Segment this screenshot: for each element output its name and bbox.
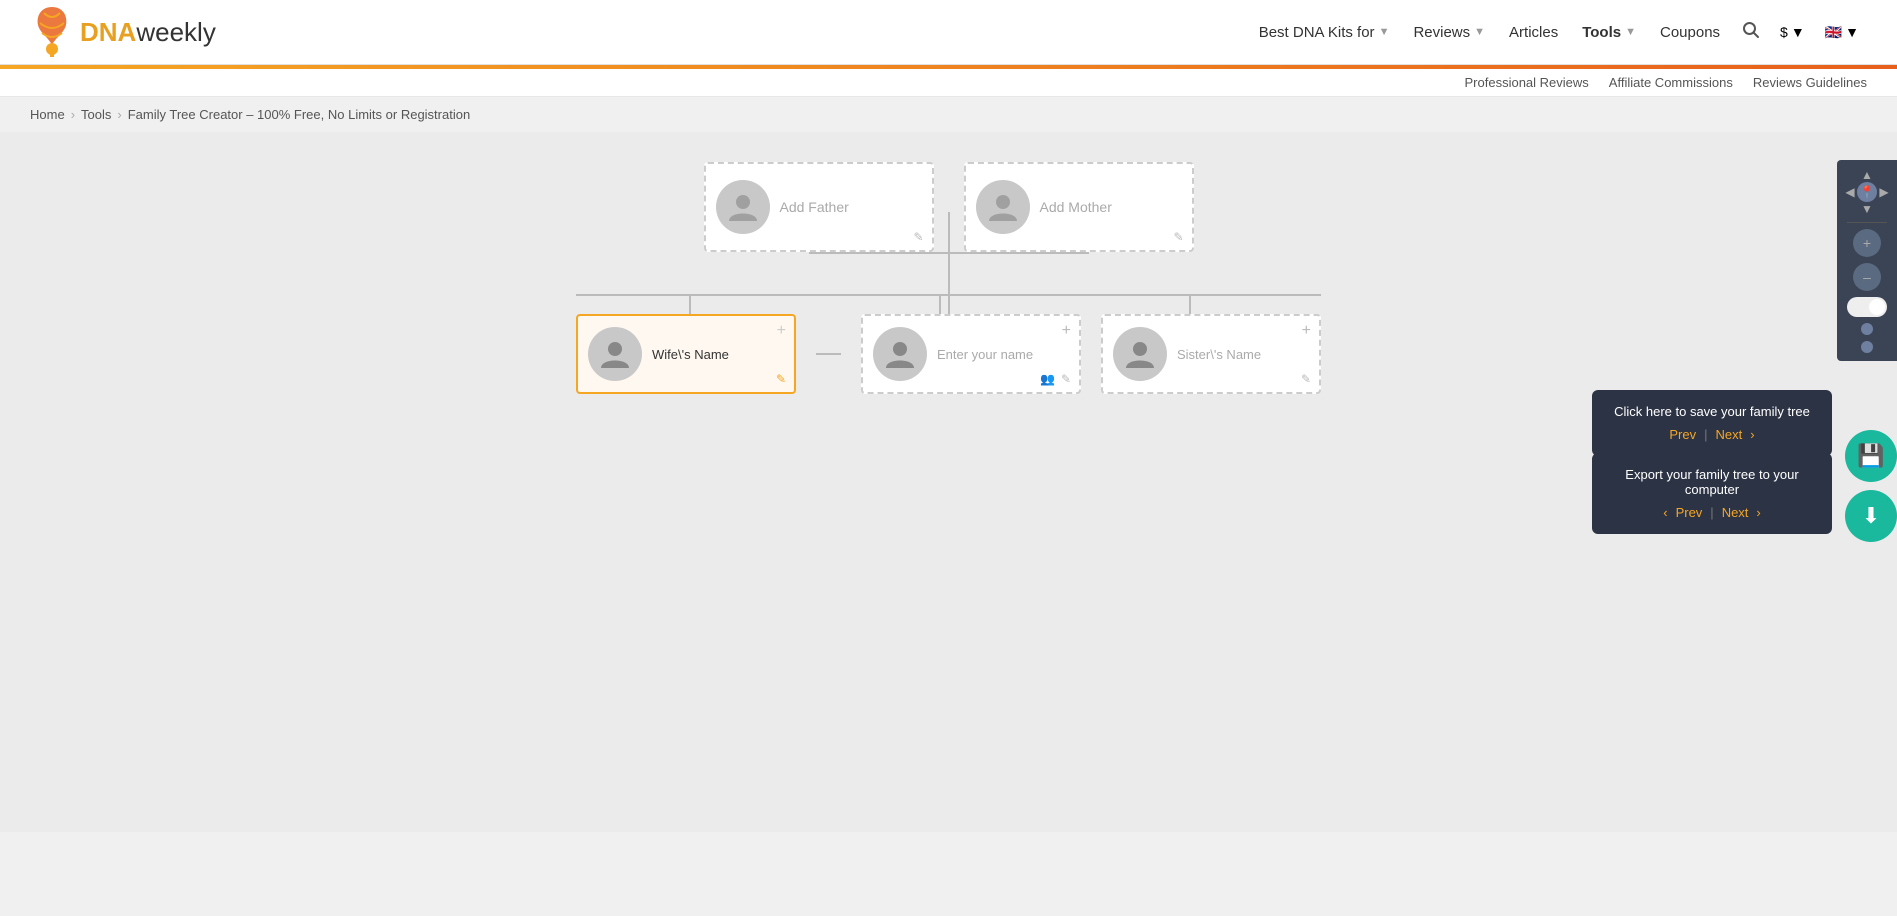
parents-row: Add Father ✎ Add Mother ✎ [704,162,1194,252]
main-nav: Best DNA Kits for ▼ Reviews ▼ Articles T… [1249,13,1867,52]
professional-reviews-link[interactable]: Professional Reviews [1465,75,1589,90]
chevron-down-icon: ▼ [1791,24,1805,40]
logo-weekly: weekly [136,17,215,47]
zoom-in-button[interactable]: + [1853,229,1881,257]
pin-icon: 📍 [1857,182,1877,202]
sub-nav: Professional Reviews Affiliate Commissio… [0,69,1897,97]
wife-avatar [588,327,642,381]
save-tooltip-text: Click here to save your family tree [1608,404,1816,419]
dot-control-2[interactable] [1861,341,1873,353]
self-pencil-icon[interactable]: ✎ [1061,372,1071,386]
export-next-button[interactable]: › [1756,505,1760,520]
export-tooltip: Export your family tree to your computer… [1592,453,1832,534]
pan-up-button[interactable]: ▲ [1857,168,1877,182]
sister-plus-icon[interactable]: + [1302,322,1311,340]
wife-pencil-icon[interactable]: ✎ [776,372,786,386]
nav-articles[interactable]: Articles [1499,16,1568,49]
spouse-connector [816,353,841,355]
chevron-down-icon: ▼ [1845,24,1859,40]
children-row: Wife\'s Name + ✎ Enter your name + 👥 ✎ [576,314,1321,394]
breadcrumb-home[interactable]: Home [30,107,65,122]
mother-avatar [976,180,1030,234]
save-next-button[interactable]: Next [1716,427,1743,442]
people-icon: 👥 [1040,372,1055,386]
chevron-down-icon: ▼ [1379,26,1390,38]
language-selector[interactable]: 🇬🇧 ▼ [1817,18,1867,47]
affiliate-commissions-link[interactable]: Affiliate Commissions [1609,75,1733,90]
download-tree-button[interactable]: ⬇ [1845,490,1897,542]
header: DNAweekly Best DNA Kits for ▼ Reviews ▼ … [0,0,1897,65]
reviews-guidelines-link[interactable]: Reviews Guidelines [1753,75,1867,90]
mother-edit-icon[interactable]: ✎ [1173,230,1183,244]
father-edit-icon[interactable]: ✎ [913,230,923,244]
breadcrumb-tools[interactable]: Tools [81,107,111,122]
sister-name: Sister\'s Name [1177,347,1261,362]
panel-divider [1847,222,1887,223]
breadcrumb-sep: › [71,107,75,122]
nav-reviews[interactable]: Reviews ▼ [1403,16,1495,49]
nav-tools[interactable]: Tools ▼ [1572,16,1646,49]
nav-coupons[interactable]: Coupons [1650,16,1730,49]
father-name-label: Add Father [780,199,849,215]
save-tree-button[interactable]: 💾 [1845,430,1897,482]
save-tooltip: Click here to save your family tree Prev… [1592,390,1832,456]
self-name: Enter your name [937,347,1033,362]
action-buttons: 💾 ⬇ [1845,430,1897,542]
chevron-down-icon: ▼ [1474,26,1485,38]
sister-card[interactable]: Sister\'s Name + ✎ [1101,314,1321,394]
wife-name: Wife\'s Name [652,347,729,362]
family-tree-area: Add Father ✎ Add Mother ✎ [30,162,1867,394]
children-connector [576,294,1321,314]
nav-best-dna[interactable]: Best DNA Kits for ▼ [1249,16,1400,49]
toggle-switch[interactable] [1847,297,1887,317]
download-icon: ⬇ [1862,503,1880,529]
save-prev-button[interactable]: Prev [1669,427,1696,442]
sister-pencil-icon[interactable]: ✎ [1301,372,1311,386]
breadcrumb-current[interactable]: Family Tree Creator – 100% Free, No Limi… [128,107,470,122]
right-nav-panel: ▲ ◀ 📍 ▶ ▼ + – [1837,160,1897,361]
save-tooltip-nav: Prev | Next › [1608,427,1816,442]
logo[interactable]: DNAweekly [30,5,216,59]
wife-plus-icon[interactable]: + [777,322,786,340]
sister-avatar [1113,327,1167,381]
breadcrumb-sep: › [117,107,121,122]
save-icon: 💾 [1857,443,1884,469]
logo-dna: DNA [80,17,136,47]
zoom-out-button[interactable]: – [1853,263,1881,291]
pan-right-button[interactable]: ▶ [1877,182,1891,202]
export-prev-button[interactable]: ‹ [1663,505,1667,520]
dot-control-1[interactable] [1861,323,1873,335]
breadcrumb: Home › Tools › Family Tree Creator – 100… [0,97,1897,132]
wife-card[interactable]: Wife\'s Name + ✎ [576,314,796,394]
currency-selector[interactable]: $ ▼ [1772,18,1813,46]
self-plus-icon[interactable]: + [1062,322,1071,340]
tree-connector [809,252,1089,294]
pan-controls: ▲ ◀ 📍 ▶ ▼ [1843,168,1891,216]
father-avatar [716,180,770,234]
mother-card[interactable]: Add Mother ✎ [964,162,1194,252]
pan-down-button[interactable]: ▼ [1857,202,1877,216]
father-card[interactable]: Add Father ✎ [704,162,934,252]
pan-left-button[interactable]: ◀ [1843,182,1857,202]
self-card[interactable]: Enter your name + 👥 ✎ [861,314,1081,394]
chevron-down-icon: ▼ [1625,26,1636,38]
mother-name-label: Add Mother [1040,199,1112,215]
export-tooltip-nav: ‹ Prev | Next › [1608,505,1816,520]
self-avatar [873,327,927,381]
search-button[interactable] [1734,13,1768,52]
export-tooltip-text: Export your family tree to your computer [1608,467,1816,497]
